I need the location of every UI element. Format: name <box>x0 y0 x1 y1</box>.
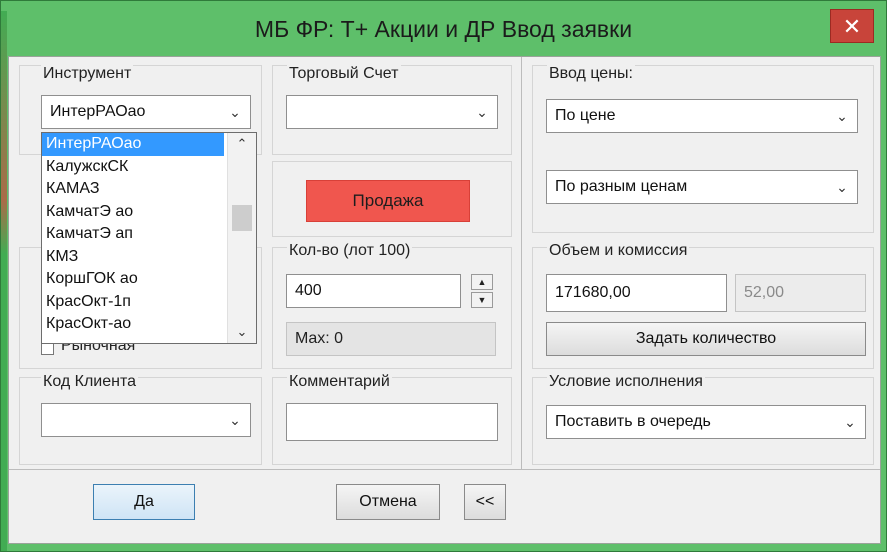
close-button[interactable]: ✕ <box>830 9 874 43</box>
chevron-down-icon: ⌄ <box>229 104 241 120</box>
price-multi-select[interactable]: По разным ценам ⌄ <box>546 170 858 204</box>
quantity-down-button[interactable]: ▼ <box>471 292 493 308</box>
list-item[interactable]: КрасОкт-1п <box>42 291 224 314</box>
chevron-down-icon: ⌄ <box>844 414 856 430</box>
list-item[interactable]: КамчатЭ ао <box>42 201 224 224</box>
account-label: Торговый Счет <box>287 65 401 83</box>
quantity-label: Кол-во (лот 100) <box>287 242 413 260</box>
volume-label: Объем и комиссия <box>547 242 690 260</box>
dropdown-scrollbar[interactable]: ⌃ ⌄ <box>227 133 256 343</box>
execution-select[interactable]: Поставить в очередь ⌄ <box>546 405 866 439</box>
order-entry-window: МБ ФР: Т+ Акции и ДР Ввод заявки ✕ Инстр… <box>0 0 887 552</box>
comment-label: Комментарий <box>287 373 392 391</box>
chevron-down-icon: ⌄ <box>836 108 848 124</box>
window-edge <box>1 11 7 551</box>
chevron-down-icon[interactable]: ⌄ <box>228 321 256 343</box>
sell-button[interactable]: Продажа <box>306 180 470 222</box>
list-item[interactable]: КамчатЭ ап <box>42 223 224 246</box>
list-item[interactable]: ИнтерРАОао <box>42 133 224 156</box>
price-mode-value: По цене <box>555 107 616 124</box>
execution-label: Условие исполнения <box>547 373 705 391</box>
volume-input[interactable]: 171680,00 <box>546 274 727 312</box>
window-title: МБ ФР: Т+ Акции и ДР Ввод заявки <box>254 16 633 42</box>
list-item[interactable]: КАМАЗ <box>42 178 224 201</box>
scrollbar-thumb[interactable] <box>232 205 252 231</box>
client-code-label: Код Клиента <box>41 373 139 391</box>
list-item[interactable]: КалужскСК <box>42 156 224 179</box>
list-item[interactable]: КМЗ <box>42 246 224 269</box>
execution-value: Поставить в очередь <box>555 413 711 430</box>
dialog-body: Инструмент ИнтерРАОао ⌄ Торговый Счет ⌄ … <box>8 56 881 544</box>
set-quantity-button[interactable]: Задать количество <box>546 322 866 356</box>
quantity-input[interactable]: 400 <box>286 274 461 308</box>
list-item[interactable]: КоршГОК ао <box>42 268 224 291</box>
instrument-dropdown-list[interactable]: ИнтерРАОао КалужскСК КАМАЗ КамчатЭ ао Ка… <box>41 132 257 344</box>
account-select[interactable]: ⌄ <box>286 95 498 129</box>
chevron-down-icon: ⌄ <box>229 412 241 428</box>
price-multi-value: По разным ценам <box>555 178 688 195</box>
chevron-down-icon: ⌄ <box>476 104 488 120</box>
comment-input[interactable] <box>286 403 498 441</box>
cancel-button[interactable]: Отмена <box>336 484 440 520</box>
chevron-up-icon[interactable]: ⌃ <box>228 133 256 155</box>
price-mode-select[interactable]: По цене ⌄ <box>546 99 858 133</box>
ok-button[interactable]: Да <box>93 484 195 520</box>
chevron-down-icon: ⌄ <box>836 179 848 195</box>
price-entry-group <box>532 65 874 233</box>
max-quantity: Max: 0 <box>286 322 496 356</box>
commission-input: 52,00 <box>735 274 866 312</box>
close-icon: ✕ <box>842 14 862 39</box>
client-code-select[interactable]: ⌄ <box>41 403 251 437</box>
instrument-value: ИнтерРАОао <box>50 103 146 120</box>
instrument-select[interactable]: ИнтерРАОао ⌄ <box>41 95 251 129</box>
list-item[interactable]: КрасОкт-ао <box>42 313 224 336</box>
footer-divider <box>9 469 880 470</box>
quantity-up-button[interactable]: ▲ <box>471 274 493 290</box>
collapse-button[interactable]: << <box>464 484 506 520</box>
price-entry-label: Ввод цены: <box>547 65 635 83</box>
instrument-label: Инструмент <box>41 65 134 83</box>
vertical-divider <box>521 57 522 469</box>
